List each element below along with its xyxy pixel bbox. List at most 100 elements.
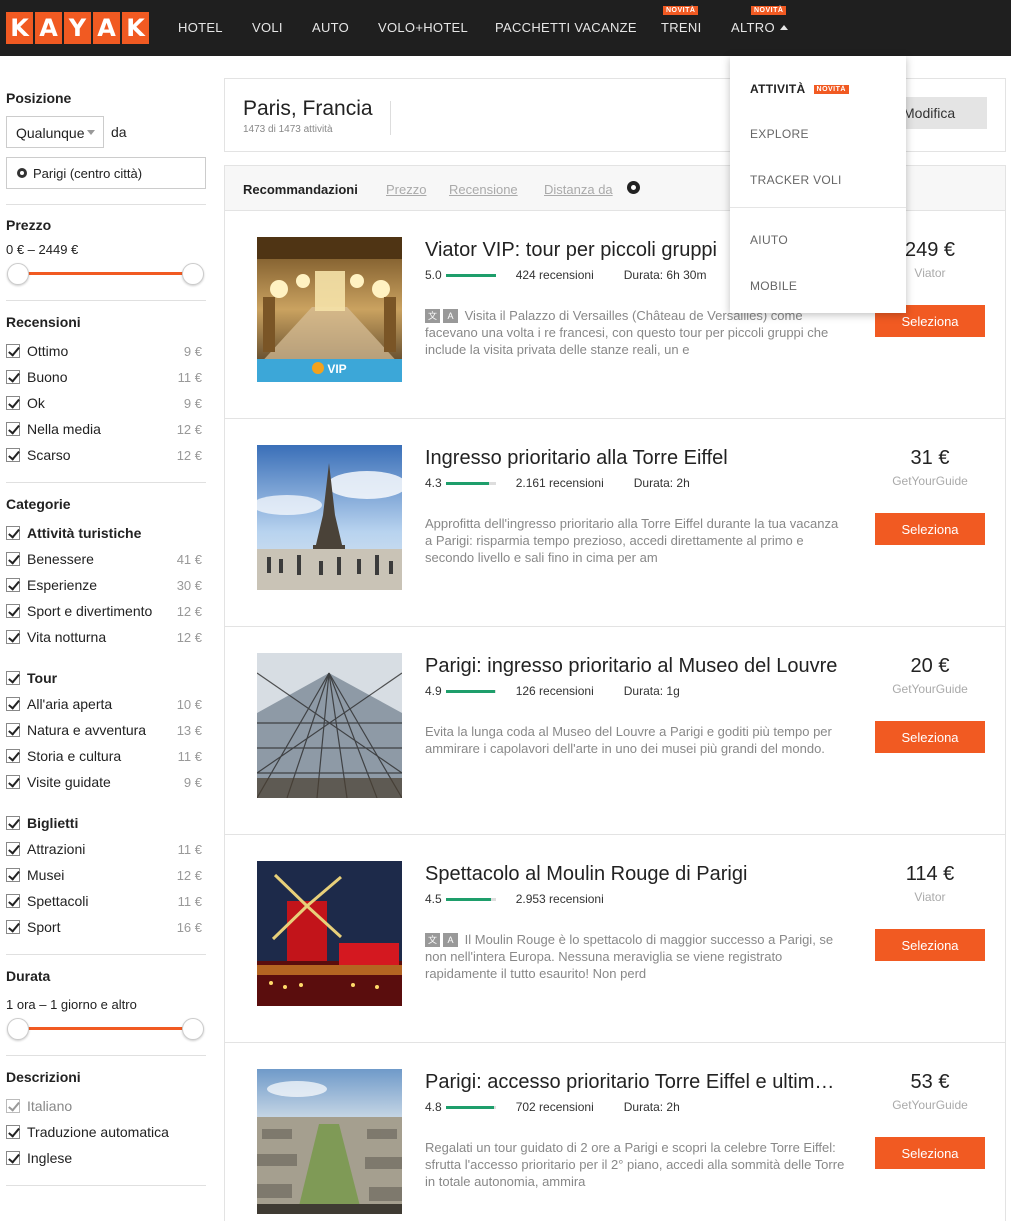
category-filter[interactable]: All'aria aperta 10 € xyxy=(6,695,206,713)
checkbox[interactable] xyxy=(6,868,20,882)
select-button[interactable]: Seleziona xyxy=(875,1137,985,1169)
nav-volo-hotel[interactable]: VOLO+HOTEL xyxy=(378,20,468,35)
rating-bar xyxy=(445,1105,496,1109)
nav-altro[interactable]: NOVITÀ ALTRO xyxy=(731,6,788,35)
checkbox[interactable] xyxy=(6,604,20,618)
checkbox[interactable] xyxy=(6,396,20,410)
duration-min-handle[interactable] xyxy=(7,1018,29,1040)
review-filter[interactable]: Buono 11 € xyxy=(6,368,206,386)
checkbox[interactable] xyxy=(6,842,20,856)
logo-letter: K xyxy=(6,12,33,44)
category-filter[interactable]: Sport 16 € xyxy=(6,918,206,936)
review-filter[interactable]: Scarso 12 € xyxy=(6,446,206,464)
checkbox[interactable] xyxy=(6,1151,20,1165)
menu-item-attivita[interactable]: ATTIVITÀ NOVITÀ xyxy=(750,82,849,96)
activity-title[interactable]: Spettacolo al Moulin Rouge di Parigi xyxy=(425,863,845,886)
nav-treni[interactable]: NOVITÀ TRENI xyxy=(661,6,702,35)
nav-pacchetti[interactable]: PACCHETTI VACANZE xyxy=(495,20,637,35)
divider xyxy=(6,204,206,205)
activity-image[interactable]: VIP xyxy=(257,237,402,382)
rating-row: 4.5 2.953 recensioni xyxy=(425,892,604,906)
checkbox[interactable] xyxy=(6,344,20,358)
duration-max-handle[interactable] xyxy=(182,1018,204,1040)
category-group[interactable]: Attività turistiche xyxy=(6,524,206,542)
review-filter[interactable]: Nella media 12 € xyxy=(6,420,206,438)
checkbox[interactable] xyxy=(6,697,20,711)
checkbox[interactable] xyxy=(6,422,20,436)
location-pin-icon[interactable] xyxy=(627,181,640,194)
nav-voli[interactable]: VOLI xyxy=(252,20,283,35)
checkbox[interactable] xyxy=(6,448,20,462)
location-field[interactable]: Parigi (centro città) xyxy=(6,157,206,189)
new-badge: NOVITÀ xyxy=(751,6,787,15)
price-slider[interactable] xyxy=(16,272,194,275)
checkbox[interactable] xyxy=(6,578,20,592)
activity-image[interactable] xyxy=(257,1069,402,1214)
category-filter[interactable]: Vita notturna 12 € xyxy=(6,628,206,646)
menu-item-aiuto[interactable]: AIUTO xyxy=(750,233,788,247)
position-title: Posizione xyxy=(6,90,72,106)
nav-auto[interactable]: AUTO xyxy=(312,20,349,35)
checkbox[interactable] xyxy=(6,671,20,685)
sort-recommended[interactable]: Recommandazioni xyxy=(243,182,358,197)
select-button[interactable]: Seleziona xyxy=(875,929,985,961)
review-filter[interactable]: Ottimo 9 € xyxy=(6,342,206,360)
descriptions-title: Descrizioni xyxy=(6,1069,81,1085)
checkbox[interactable] xyxy=(6,723,20,737)
menu-item-mobile[interactable]: MOBILE xyxy=(750,279,797,293)
activity-image[interactable] xyxy=(257,445,402,590)
menu-item-tracker-voli[interactable]: TRACKER VOLI xyxy=(750,173,842,187)
checkbox[interactable] xyxy=(6,894,20,908)
checkbox[interactable] xyxy=(6,1125,20,1139)
activity-image[interactable] xyxy=(257,653,402,798)
checkbox[interactable] xyxy=(6,775,20,789)
checkbox[interactable] xyxy=(6,630,20,644)
sort-distance[interactable]: Distanza da xyxy=(544,182,613,197)
checkbox[interactable] xyxy=(6,370,20,384)
review-filter[interactable]: Ok 9 € xyxy=(6,394,206,412)
category-filter[interactable]: Sport e divertimento 12 € xyxy=(6,602,206,620)
checkbox[interactable] xyxy=(6,816,20,830)
nav-hotel[interactable]: HOTEL xyxy=(178,20,223,35)
result-card[interactable]: Spettacolo al Moulin Rouge di Parigi 4.5… xyxy=(225,835,1005,1043)
checkbox[interactable] xyxy=(6,1099,20,1113)
checkbox[interactable] xyxy=(6,749,20,763)
duration-slider[interactable] xyxy=(16,1027,194,1030)
menu-item-explore[interactable]: EXPLORE xyxy=(750,127,809,141)
activity-image[interactable] xyxy=(257,861,402,1006)
category-group[interactable]: Biglietti xyxy=(6,814,206,832)
translate-icon: 文 xyxy=(425,933,440,947)
price-max-handle[interactable] xyxy=(182,263,204,285)
checkbox[interactable] xyxy=(6,552,20,566)
price-min-handle[interactable] xyxy=(7,263,29,285)
select-button[interactable]: Seleziona xyxy=(875,513,985,545)
category-filter[interactable]: Esperienze 30 € xyxy=(6,576,206,594)
activity-title[interactable]: Ingresso prioritario alla Torre Eiffel xyxy=(425,447,845,470)
sort-price[interactable]: Prezzo xyxy=(386,182,426,197)
language-filter[interactable]: Italiano xyxy=(6,1097,206,1115)
sort-review[interactable]: Recensione xyxy=(449,182,518,197)
language-filter[interactable]: Traduzione automatica xyxy=(6,1123,206,1141)
category-filter[interactable]: Attrazioni 11 € xyxy=(6,840,206,858)
provider: GetYourGuide xyxy=(892,682,968,696)
category-filter[interactable]: Natura e avventura 13 € xyxy=(6,721,206,739)
result-card[interactable]: Parigi: accesso prioritario Torre Eiffel… xyxy=(225,1043,1005,1221)
activity-title[interactable]: Parigi: ingresso prioritario al Museo de… xyxy=(425,655,845,678)
divider xyxy=(6,1185,206,1186)
category-filter[interactable]: Spettacoli 11 € xyxy=(6,892,206,910)
category-filter[interactable]: Visite guidate 9 € xyxy=(6,773,206,791)
language-filter[interactable]: Inglese xyxy=(6,1149,206,1167)
result-card[interactable]: Parigi: ingresso prioritario al Museo de… xyxy=(225,627,1005,835)
category-filter[interactable]: Benessere 41 € xyxy=(6,550,206,568)
review-count: 424 recensioni xyxy=(515,268,594,282)
checkbox[interactable] xyxy=(6,920,20,934)
category-filter[interactable]: Musei 12 € xyxy=(6,866,206,884)
result-card[interactable]: Ingresso prioritario alla Torre Eiffel 4… xyxy=(225,419,1005,627)
kayak-logo[interactable]: K A Y A K xyxy=(6,12,149,44)
position-select[interactable]: Qualunque xyxy=(6,116,104,148)
select-button[interactable]: Seleziona xyxy=(875,721,985,753)
checkbox[interactable] xyxy=(6,526,20,540)
category-filter[interactable]: Storia e cultura 11 € xyxy=(6,747,206,765)
activity-title[interactable]: Parigi: accesso prioritario Torre Eiffel… xyxy=(425,1071,845,1094)
category-group[interactable]: Tour xyxy=(6,669,206,687)
